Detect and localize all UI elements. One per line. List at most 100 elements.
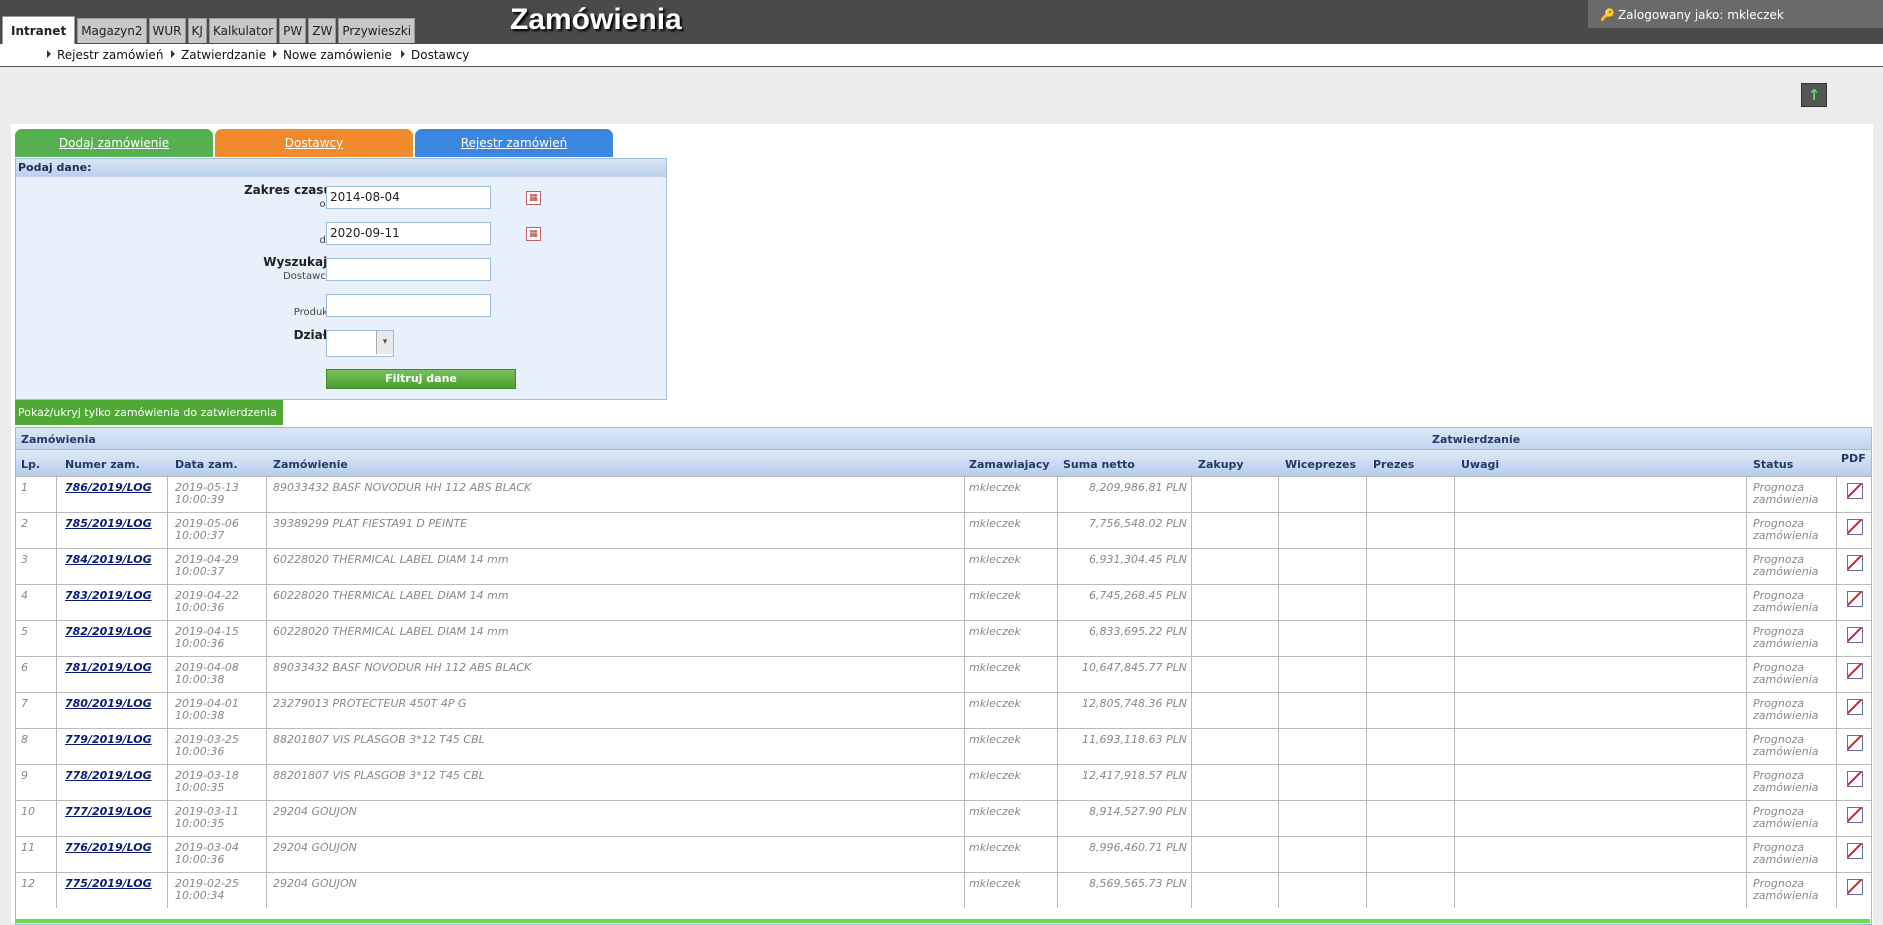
- cell-divider: [266, 657, 267, 692]
- add-order-button[interactable]: Dodaj zamówienie: [15, 129, 213, 157]
- table-row[interactable]: 12 775/2019/LOG 2019-02-25 10:00:34 29204 GO…: [16, 872, 1871, 908]
- tab-magazyn2[interactable]: Magazyn2: [77, 18, 147, 43]
- tab-zw[interactable]: ZW: [308, 18, 337, 43]
- cell-divider: [964, 657, 965, 692]
- key-icon: 🔑: [1600, 8, 1615, 22]
- table-row[interactable]: 4 783/2019/LOG 2019-04-22 10:00:36 60228020 …: [16, 584, 1871, 620]
- supplier-input[interactable]: [326, 258, 491, 281]
- col-suma[interactable]: Suma netto: [1063, 458, 1135, 471]
- cell-divider: [1191, 765, 1192, 800]
- order-number-link[interactable]: 780/2019/LOG: [65, 697, 152, 710]
- table-row[interactable]: 1 786/2019/LOG 2019-05-13 10:00:39 89033432 …: [16, 476, 1871, 512]
- table-row[interactable]: 2 785/2019/LOG 2019-05-06 10:00:37 39389299 …: [16, 512, 1871, 548]
- table-row[interactable]: 5 782/2019/LOG 2019-04-15 10:00:36 60228020 …: [16, 620, 1871, 656]
- toggle-pending-button[interactable]: Pokaż/ukryj tylko zamówienia do zatwierd…: [15, 400, 283, 425]
- order-number-link[interactable]: 777/2019/LOG: [65, 805, 152, 818]
- filter-button[interactable]: Filtruj dane: [326, 369, 516, 389]
- pdf-icon[interactable]: [1847, 591, 1863, 607]
- pdf-icon[interactable]: [1847, 519, 1863, 535]
- pdf-icon[interactable]: [1847, 771, 1863, 787]
- cell-divider: [1454, 729, 1455, 764]
- table-row[interactable]: 7 780/2019/LOG 2019-04-01 10:00:38 23279013 …: [16, 692, 1871, 728]
- footer-bar: [15, 919, 1870, 923]
- pdf-icon[interactable]: [1847, 735, 1863, 751]
- cell-divider: [1836, 513, 1837, 548]
- pdf-icon[interactable]: [1847, 807, 1863, 823]
- pdf-icon[interactable]: [1847, 843, 1863, 859]
- col-zamawiajacy[interactable]: Zamawiajacy: [969, 458, 1050, 471]
- table-row[interactable]: 6 781/2019/LOG 2019-04-08 10:00:38 89033432 …: [16, 656, 1871, 692]
- row-desc: 39389299 PLAT FIESTA91 D PEINTE: [273, 517, 468, 530]
- cell-divider: [964, 513, 965, 548]
- tab-przywieszki[interactable]: Przywieszki: [338, 18, 416, 43]
- tab-kj[interactable]: KJ: [187, 18, 207, 43]
- cell-divider: [1191, 585, 1192, 620]
- table-row[interactable]: 3 784/2019/LOG 2019-04-29 10:00:37 60228020 …: [16, 548, 1871, 584]
- pdf-icon[interactable]: [1847, 879, 1863, 895]
- calendar-icon[interactable]: ▦: [526, 191, 541, 205]
- table-row[interactable]: 10 777/2019/LOG 2019-03-11 10:00:35 29204 GO…: [16, 800, 1871, 836]
- cell-divider: [56, 513, 57, 548]
- cell-divider: [1191, 873, 1192, 908]
- row-desc: 88201807 VIS PLASGOB 3*12 T45 CBL: [273, 769, 485, 782]
- calendar-icon[interactable]: ▦: [526, 227, 541, 241]
- row-status-line2: zamówienia: [1753, 601, 1819, 614]
- row-user: mkleczek: [969, 877, 1021, 890]
- scroll-up-icon[interactable]: ↑: [1801, 83, 1827, 107]
- cell-divider: [1836, 837, 1837, 872]
- subnav-nowe[interactable]: Nowe zamówienie: [273, 48, 392, 62]
- pdf-icon[interactable]: [1847, 555, 1863, 571]
- row-date: 2019-04-08 10:00:38: [175, 662, 239, 686]
- tab-wur[interactable]: WUR: [148, 18, 186, 43]
- date-to-input[interactable]: 2020-09-11: [326, 222, 491, 245]
- product-input[interactable]: [326, 294, 491, 317]
- row-user: mkleczek: [969, 589, 1021, 602]
- order-number-link[interactable]: 783/2019/LOG: [65, 589, 152, 602]
- order-number-link[interactable]: 776/2019/LOG: [65, 841, 152, 854]
- order-number-link[interactable]: 781/2019/LOG: [65, 661, 152, 674]
- order-number-link[interactable]: 784/2019/LOG: [65, 553, 152, 566]
- subnav-rejestr[interactable]: Rejestr zamówień: [47, 48, 163, 62]
- suppliers-button[interactable]: Dostawcy: [215, 129, 413, 157]
- pdf-icon[interactable]: [1847, 663, 1863, 679]
- pdf-icon[interactable]: [1847, 483, 1863, 499]
- pdf-icon[interactable]: [1847, 627, 1863, 643]
- tab-intranet[interactable]: Intranet: [2, 16, 76, 45]
- pdf-icon[interactable]: [1847, 699, 1863, 715]
- col-lp[interactable]: Lp.: [21, 458, 40, 471]
- cell-divider: [1278, 621, 1279, 656]
- chevron-down-icon[interactable]: ▾: [376, 331, 393, 354]
- col-zamowienie[interactable]: Zamówienie: [273, 458, 348, 471]
- order-number-link[interactable]: 779/2019/LOG: [65, 733, 152, 746]
- row-date-time: 10:00:35: [175, 817, 225, 830]
- row-user: mkleczek: [969, 481, 1021, 494]
- cell-divider: [1191, 837, 1192, 872]
- row-date-time: 10:00:38: [175, 673, 225, 686]
- dept-select[interactable]: ▾: [326, 330, 394, 357]
- order-number-link[interactable]: 775/2019/LOG: [65, 877, 152, 890]
- cell-divider: [167, 549, 168, 584]
- order-number-link[interactable]: 782/2019/LOG: [65, 625, 152, 638]
- cell-divider: [1366, 585, 1367, 620]
- subnav-dostawcy[interactable]: Dostawcy: [401, 48, 469, 62]
- order-register-button[interactable]: Rejestr zamówień: [415, 129, 613, 157]
- row-status: Prognoza zamówienia: [1753, 590, 1819, 614]
- table-row[interactable]: 8 779/2019/LOG 2019-03-25 10:00:36 88201807 …: [16, 728, 1871, 764]
- col-data[interactable]: Data zam.: [175, 458, 238, 471]
- row-lp: 8: [21, 733, 28, 746]
- order-number-link[interactable]: 786/2019/LOG: [65, 481, 152, 494]
- cell-divider: [56, 657, 57, 692]
- date-from-input[interactable]: 2014-08-04: [326, 186, 491, 209]
- col-status[interactable]: Status: [1753, 458, 1793, 471]
- table-row[interactable]: 11 776/2019/LOG 2019-03-04 10:00:36 29204 GO…: [16, 836, 1871, 872]
- top-bar: Intranet Magazyn2 WUR KJ Kalkulator PW Z…: [0, 0, 1883, 45]
- order-number-link[interactable]: 785/2019/LOG: [65, 517, 152, 530]
- tab-kalkulator[interactable]: Kalkulator: [208, 18, 278, 43]
- tab-pw[interactable]: PW: [279, 18, 307, 43]
- cell-divider: [1746, 657, 1747, 692]
- subnav-zatwierdzanie[interactable]: Zatwierdzanie: [171, 48, 266, 62]
- order-number-link[interactable]: 778/2019/LOG: [65, 769, 152, 782]
- col-numer[interactable]: Numer zam.: [65, 458, 140, 471]
- table-row[interactable]: 9 778/2019/LOG 2019-03-18 10:00:35 88201807 …: [16, 764, 1871, 800]
- dept-label: Dział:: [293, 328, 332, 342]
